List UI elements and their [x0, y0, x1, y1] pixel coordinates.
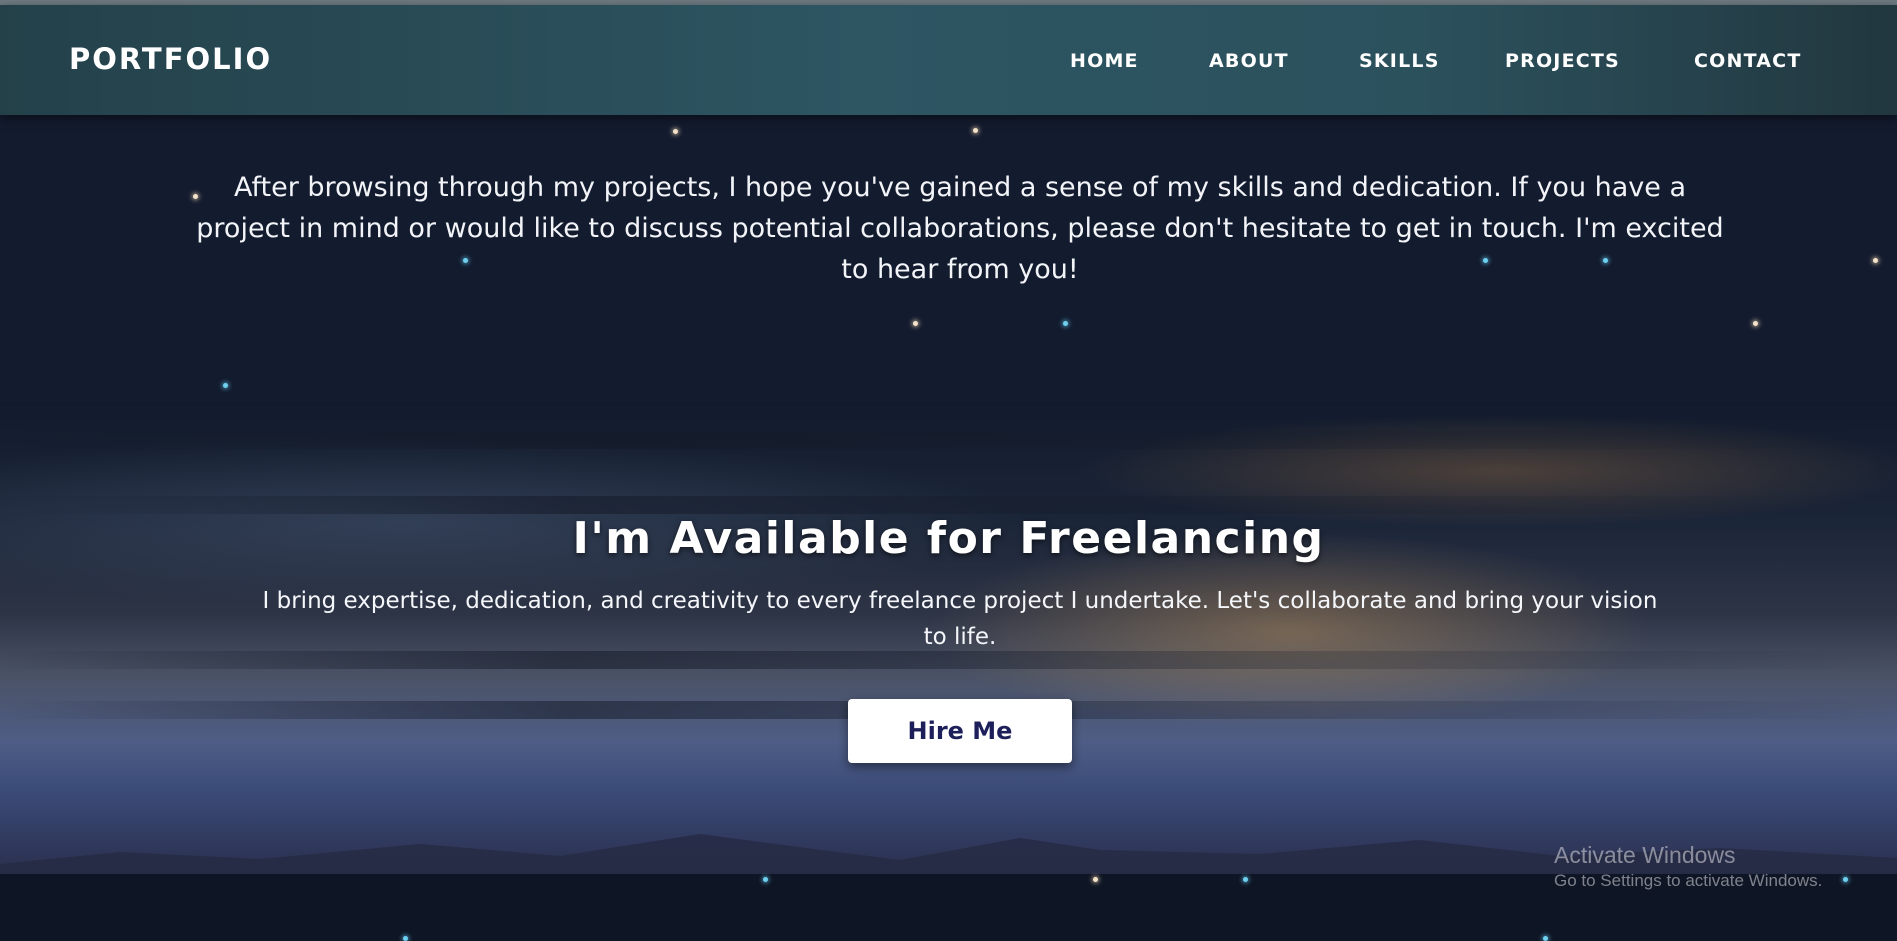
star-decoration: [1243, 877, 1248, 882]
star-decoration: [193, 194, 198, 199]
nav-link-about[interactable]: ABOUT: [1209, 50, 1289, 72]
star-decoration: [673, 129, 678, 134]
star-decoration: [1063, 321, 1068, 326]
star-decoration: [973, 128, 978, 133]
cloud-layer: [0, 431, 1897, 449]
star-decoration: [223, 383, 228, 388]
star-decoration: [1543, 936, 1548, 941]
star-decoration: [463, 258, 468, 263]
star-decoration: [763, 877, 768, 882]
nav-link-home[interactable]: HOME: [1070, 50, 1139, 72]
star-decoration: [1873, 258, 1878, 263]
star-decoration: [403, 936, 408, 941]
activation-watermark: Activate Windows Go to Settings to activ…: [1554, 841, 1822, 893]
watermark-subtitle: Go to Settings to activate Windows.: [1554, 871, 1823, 890]
nav-link-skills[interactable]: SKILLS: [1359, 50, 1440, 72]
freelance-description: I bring expertise, dedication, and creat…: [262, 588, 1658, 650]
star-decoration: [1603, 258, 1608, 263]
star-decoration: [1483, 258, 1488, 263]
hire-me-button[interactable]: Hire Me: [848, 699, 1072, 763]
contact-section: After browsing through my projects, I ho…: [0, 115, 1897, 401]
navbar: PORTFOLIO HOME ABOUT SKILLS PROJECTS CON…: [0, 5, 1897, 115]
watermark-title: Activate Windows: [1554, 842, 1736, 868]
cloud-layer: [0, 496, 1897, 514]
star-decoration: [1093, 877, 1098, 882]
freelance-heading: I'm Available for Freelancing: [572, 513, 1325, 564]
contact-message: After browsing through my projects, I ho…: [196, 172, 1724, 285]
nav-link-projects[interactable]: PROJECTS: [1505, 50, 1620, 72]
star-decoration: [1753, 321, 1758, 326]
star-decoration: [913, 321, 918, 326]
freelance-section: I'm Available for Freelancing I bring ex…: [0, 401, 1897, 874]
nav-link-contact[interactable]: CONTACT: [1694, 50, 1802, 72]
nav-menu: HOME ABOUT SKILLS PROJECTS CONTACT: [0, 50, 1897, 80]
star-decoration: [1843, 877, 1848, 882]
